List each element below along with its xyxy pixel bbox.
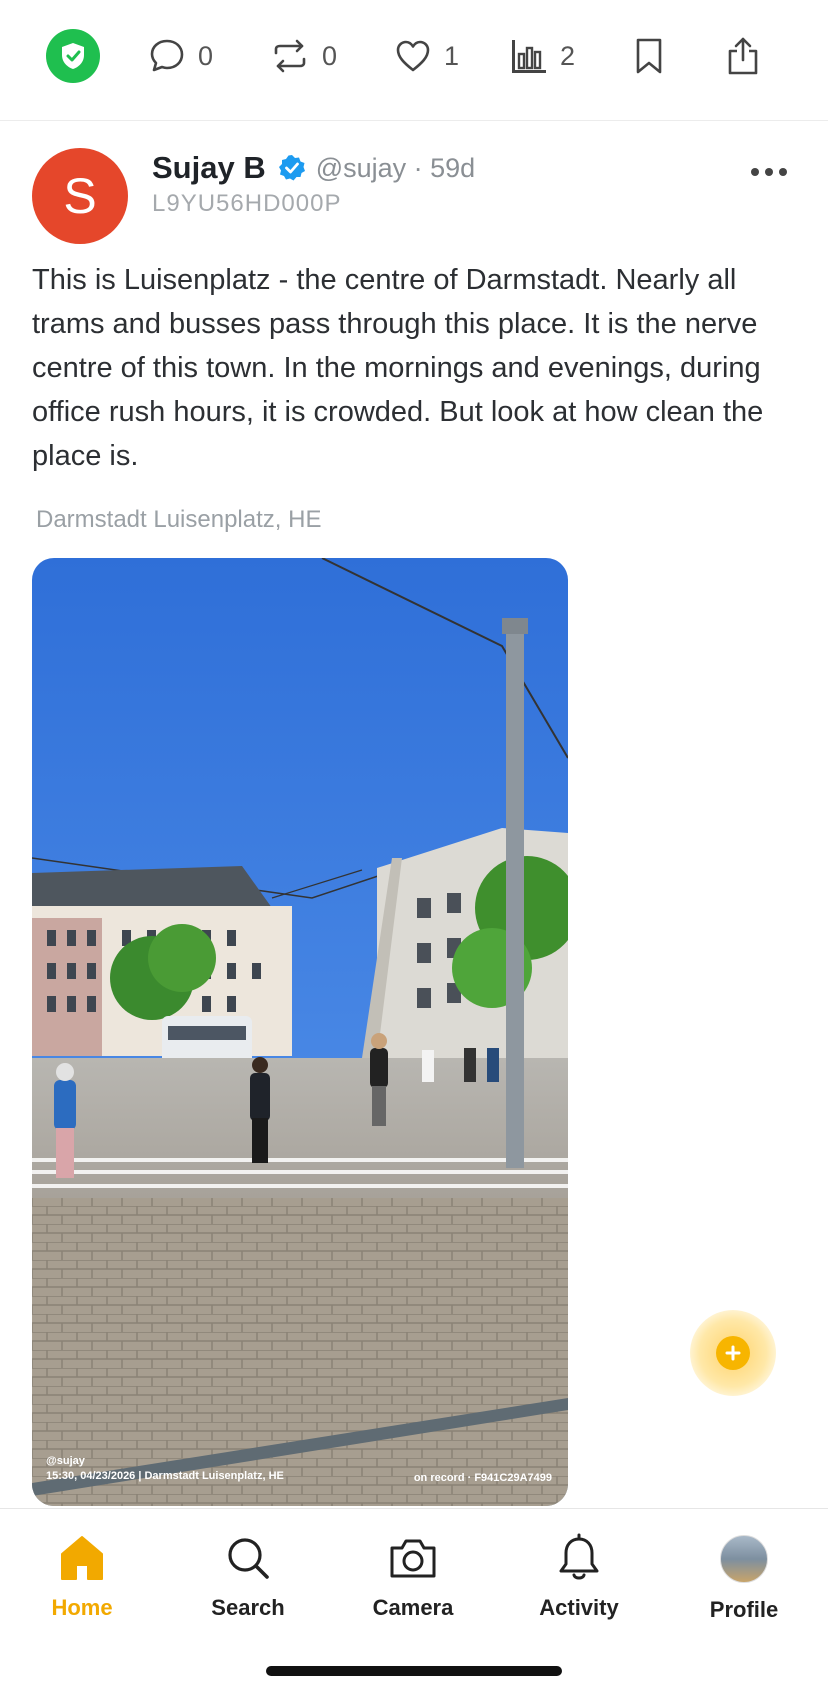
shield-check-icon — [46, 29, 100, 83]
post-text: This is Luisenplatz - the centre of Darm… — [32, 264, 764, 472]
heart-icon — [396, 40, 430, 72]
avatar-letter: S — [63, 168, 97, 224]
nav-search-label: Search — [211, 1595, 285, 1620]
nav-camera[interactable]: Camera — [338, 1533, 488, 1621]
nav-activity-label: Activity — [539, 1595, 619, 1620]
bookmark-button[interactable] — [634, 28, 664, 84]
author-row: Sujay B @sujay · 59d — [152, 146, 475, 190]
home-icon — [61, 1536, 103, 1580]
bookmark-icon — [636, 38, 662, 74]
nav-activity[interactable]: Activity — [504, 1533, 654, 1621]
verified-badge-icon — [278, 155, 305, 181]
comment-count: 0 — [198, 40, 214, 71]
profile-avatar-icon — [669, 1535, 819, 1585]
nav-home-label: Home — [51, 1595, 113, 1620]
post-action-bar: 0 0 1 2 — [0, 0, 828, 121]
verified-shield-button[interactable] — [46, 28, 100, 84]
views-count: 2 — [560, 40, 576, 71]
repost-button[interactable]: 0 — [270, 28, 337, 84]
photo-watermark-record-id: on record · F941C29A7499 — [413, 1472, 552, 1484]
nav-home[interactable]: Home — [7, 1533, 157, 1621]
home-indicator[interactable] — [266, 1666, 562, 1676]
author-avatar[interactable]: S — [32, 148, 128, 244]
bell-icon — [559, 1533, 599, 1580]
like-button[interactable]: 1 — [394, 28, 459, 84]
photo-watermark-user: @sujay — [46, 1455, 85, 1467]
repost-icon — [274, 39, 306, 73]
post-detail-screen: 0 0 1 2 S Sujay B @sujay · 59d L9YU56HD0… — [0, 0, 828, 1696]
nav-search[interactable]: Search — [173, 1533, 323, 1621]
share-icon — [728, 37, 758, 75]
more-dots-icon — [751, 168, 787, 176]
nav-profile[interactable]: Profile — [669, 1533, 819, 1623]
camera-icon — [390, 1539, 436, 1578]
author-name[interactable]: Sujay B — [152, 150, 266, 186]
views-button[interactable]: 2 — [508, 28, 575, 84]
share-button[interactable] — [726, 28, 760, 84]
post-id: L9YU56HD000P — [152, 190, 342, 217]
plus-icon — [716, 1336, 750, 1370]
photo-watermark-datetime-location: 15:30, 04/23/2026 | Darmstadt Luisenplat… — [46, 1470, 284, 1482]
nav-camera-label: Camera — [372, 1595, 454, 1620]
comment-icon — [150, 39, 184, 72]
search-icon — [228, 1538, 269, 1579]
repost-count: 0 — [322, 40, 338, 71]
nav-profile-label: Profile — [709, 1597, 779, 1622]
profile-avatar — [720, 1535, 768, 1583]
comment-button[interactable]: 0 — [148, 28, 213, 84]
author-handle-timestamp[interactable]: @sujay · 59d — [316, 153, 475, 184]
more-options-button[interactable] — [748, 160, 790, 184]
create-post-fab[interactable] — [690, 1310, 776, 1396]
post-location[interactable]: Darmstadt Luisenplatz, HE — [36, 506, 321, 534]
luisenplatz-photo — [32, 558, 568, 1506]
post-photo[interactable]: @sujay 15:30, 04/23/2026 | Darmstadt Lui… — [32, 558, 568, 1506]
like-count: 1 — [444, 40, 460, 71]
stats-icon — [512, 40, 546, 73]
